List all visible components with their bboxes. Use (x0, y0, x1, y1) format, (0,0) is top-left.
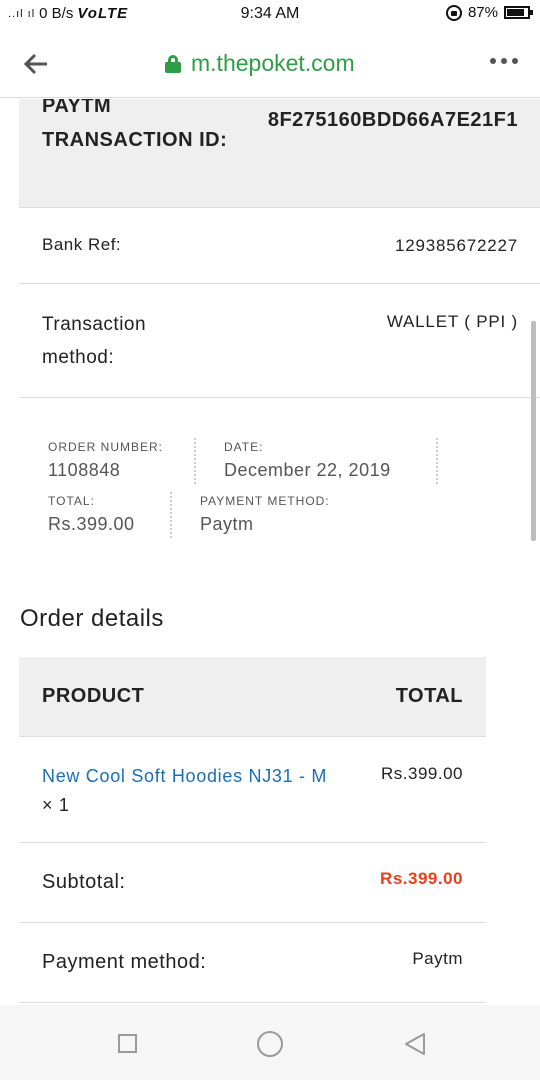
table-header: PRODUCT TOTAL (19, 657, 486, 737)
rotation-lock-icon (445, 4, 462, 21)
date-cell: DATE: December 22, 2019 (224, 440, 391, 481)
divider (170, 492, 172, 538)
total-column-header: TOTAL (395, 685, 463, 707)
home-button[interactable] (257, 1031, 283, 1057)
divider (194, 438, 196, 484)
back-nav-button[interactable] (403, 1032, 427, 1056)
payment-method-value: Paytm (200, 514, 254, 534)
recents-button[interactable] (118, 1034, 137, 1053)
triangle-back-icon (405, 1033, 425, 1055)
total-label: TOTAL: (48, 494, 95, 508)
product-name-cell: New Cool Soft Hoodies NJ31 - M × 1 (42, 762, 342, 820)
bank-ref-row: Bank Ref: 129385672227 (19, 209, 540, 284)
payment-method-label: PAYMENT METHOD: (200, 494, 330, 508)
transaction-id-row: PAYTM TRANSACTION ID: 8F275160BDD66A7E21… (19, 99, 540, 208)
status-bar: ..ıl ıl 0 B/s VoLTE 9:34 AM 87% (0, 0, 540, 28)
browser-toolbar: m.thepoket.com (0, 28, 540, 98)
order-number-label: ORDER NUMBER: (48, 440, 164, 454)
transaction-method-value: WALLET ( PPI ) (386, 312, 518, 331)
divider (436, 438, 438, 484)
date-value: December 22, 2019 (224, 460, 391, 480)
order-number-value: 1108848 (48, 460, 121, 480)
back-button[interactable] (22, 50, 50, 78)
url-text: m.thepoket.com (191, 50, 355, 76)
battery-icon (504, 6, 533, 19)
transaction-id-label: PAYTM TRANSACTION ID: (42, 99, 228, 151)
product-link[interactable]: New Cool Soft Hoodies NJ31 - M (42, 766, 327, 786)
system-nav-bar (0, 1005, 540, 1080)
bank-ref-label: Bank Ref: (42, 235, 122, 254)
subtotal-value: Rs.399.00 (380, 869, 463, 888)
total-cell: TOTAL: Rs.399.00 (48, 494, 135, 535)
payment-label: Payment method: (42, 951, 207, 973)
table-row: New Cool Soft Hoodies NJ31 - M × 1 Rs.39… (19, 737, 486, 843)
date-label: DATE: (224, 440, 264, 454)
item-total: Rs.399.00 (381, 764, 463, 783)
battery-fill (507, 9, 524, 16)
lock-icon (165, 54, 181, 73)
address-bar[interactable]: m.thepoket.com (165, 50, 355, 77)
arrow-left-icon (23, 53, 47, 75)
payment-method-cell: PAYMENT METHOD: Paytm (200, 494, 330, 535)
product-column-header: PRODUCT (42, 685, 145, 707)
more-options-button[interactable] (490, 58, 518, 64)
total-value: Rs.399.00 (48, 514, 135, 534)
transaction-id-value: 8F275160BDD66A7E21F1 (267, 109, 518, 131)
status-right: 87% (445, 4, 533, 21)
more-dots-icon (490, 58, 496, 64)
bank-ref-value: 129385672227 (394, 236, 518, 255)
transaction-method-row: Transaction method: WALLET ( PPI ) (19, 284, 540, 398)
scrollbar[interactable] (531, 321, 536, 541)
subtotal-label: Subtotal: (42, 871, 126, 893)
page-content: PAYTM TRANSACTION ID: 8F275160BDD66A7E21… (0, 99, 540, 1005)
order-summary: ORDER NUMBER: 1108848 DATE: December 22,… (48, 434, 468, 544)
order-number-cell: ORDER NUMBER: 1108848 (48, 440, 163, 481)
order-details-table: PRODUCT TOTAL New Cool Soft Hoodies NJ31… (19, 657, 486, 1003)
product-quantity: × 1 (42, 795, 70, 815)
payment-method-row: Payment method: Paytm (19, 923, 486, 1003)
payment-value: Paytm (412, 949, 463, 968)
battery-percent: 87% (467, 4, 498, 21)
transaction-method-label: Transaction method: (42, 314, 147, 368)
order-details-title: Order details (20, 605, 164, 632)
subtotal-row: Subtotal: Rs.399.00 (19, 843, 486, 923)
